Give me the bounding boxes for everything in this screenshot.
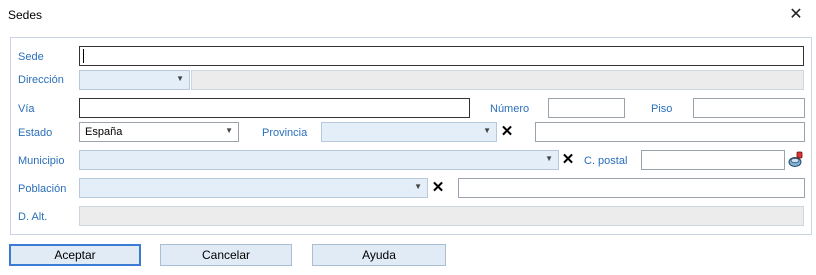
piso-label: Piso [651, 103, 673, 115]
sede-label: Sede [18, 51, 44, 63]
poblacion-label: Población [18, 183, 67, 195]
clear-poblacion-icon[interactable]: ✕ [431, 180, 445, 195]
clear-municipio-icon[interactable]: ✕ [561, 152, 575, 167]
window-title: Sedes [8, 8, 43, 22]
direccion-select[interactable]: ▼ [79, 70, 190, 90]
poblacion-extra-input[interactable] [458, 178, 805, 198]
chevron-down-icon: ▼ [414, 182, 422, 191]
text-caret [83, 49, 84, 63]
estado-label: Estado [18, 127, 53, 139]
ayuda-button[interactable]: Ayuda [312, 244, 446, 266]
via-label: Vía [18, 103, 35, 115]
estado-select[interactable]: España ▼ [79, 122, 239, 142]
c-postal-label: C. postal [584, 155, 628, 167]
numero-input[interactable] [548, 98, 625, 118]
numero-label: Número [490, 103, 530, 115]
piso-input[interactable] [693, 98, 805, 118]
chevron-down-icon: ▼ [225, 126, 233, 135]
chevron-down-icon: ▼ [176, 74, 184, 83]
cancelar-button[interactable]: Cancelar [160, 244, 292, 266]
aceptar-button[interactable]: Aceptar [9, 244, 141, 266]
chevron-down-icon: ▼ [483, 126, 491, 135]
municipio-select[interactable]: ▼ [79, 150, 559, 170]
d-alt-label: D. Alt. [18, 211, 48, 223]
poblacion-select[interactable]: ▼ [79, 178, 428, 198]
title-bar: Sedes ✕ [0, 0, 816, 30]
close-icon[interactable]: ✕ [776, 0, 816, 30]
municipio-label: Municipio [18, 155, 65, 167]
sede-input[interactable] [79, 46, 804, 66]
provincia-label: Provincia [262, 127, 308, 139]
c-postal-input[interactable] [641, 150, 785, 170]
via-input[interactable] [79, 98, 470, 118]
clear-provincia-icon[interactable]: ✕ [500, 124, 514, 139]
chevron-down-icon: ▼ [545, 154, 553, 163]
direccion-label: Dirección [18, 74, 64, 86]
provincia-select[interactable]: ▼ [321, 122, 497, 142]
postal-code-lookup-icon[interactable] [788, 150, 804, 168]
provincia-extra-input[interactable] [535, 122, 805, 142]
direccion-text [191, 70, 804, 90]
d-alt-field [79, 206, 804, 226]
